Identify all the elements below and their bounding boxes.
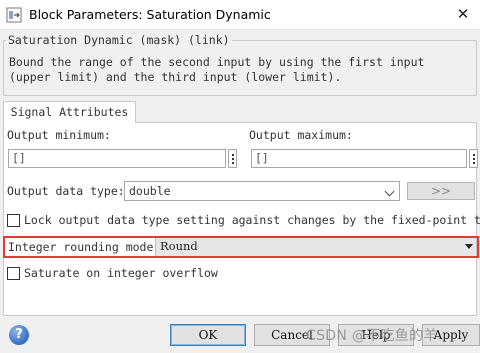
output-minimum-field[interactable]: [] (8, 149, 226, 168)
lock-output-label: Lock output data type setting against ch… (24, 213, 480, 227)
title-bar: Block Parameters: Saturation Dynamic ✕ (0, 0, 480, 30)
output-data-type-select[interactable]: double (124, 181, 400, 201)
data-type-assistant-button[interactable]: >> (407, 182, 475, 200)
tab-signal-attributes[interactable]: Signal Attributes (3, 101, 136, 123)
saturate-overflow-checkbox[interactable] (7, 267, 20, 280)
mask-group-legend: Saturation Dynamic (mask) (link) (6, 33, 232, 47)
output-maximum-options-icon[interactable] (469, 149, 478, 168)
output-maximum-label: Output maximum: (249, 128, 353, 142)
output-maximum-field[interactable]: [] (251, 149, 467, 168)
output-minimum-label: Output minimum: (7, 128, 111, 142)
watermark-text: CSDN @不吃鱼的羊 (306, 328, 438, 344)
output-data-type-value: double (129, 184, 171, 198)
help-icon[interactable]: ? (9, 325, 29, 345)
close-button[interactable]: ✕ (446, 0, 480, 30)
simulink-app-icon (6, 7, 22, 23)
output-data-type-label: Output data type: (7, 184, 125, 198)
window-title: Block Parameters: Saturation Dynamic (29, 7, 271, 22)
chevron-down-icon (384, 186, 395, 197)
lock-output-checkbox[interactable] (7, 214, 20, 227)
integer-rounding-mode-label: Integer rounding mode: (8, 240, 161, 254)
integer-rounding-mode-value: Round (160, 239, 198, 253)
output-minimum-options-icon[interactable] (228, 149, 237, 168)
ok-button[interactable]: OK (170, 324, 246, 346)
saturate-overflow-label: Saturate on integer overflow (24, 266, 218, 280)
mask-description-text: Bound the range of the second input by u… (9, 55, 425, 84)
dropdown-arrow-icon (465, 244, 473, 249)
integer-rounding-mode-select[interactable]: Round (155, 238, 476, 256)
close-icon: ✕ (456, 5, 470, 23)
